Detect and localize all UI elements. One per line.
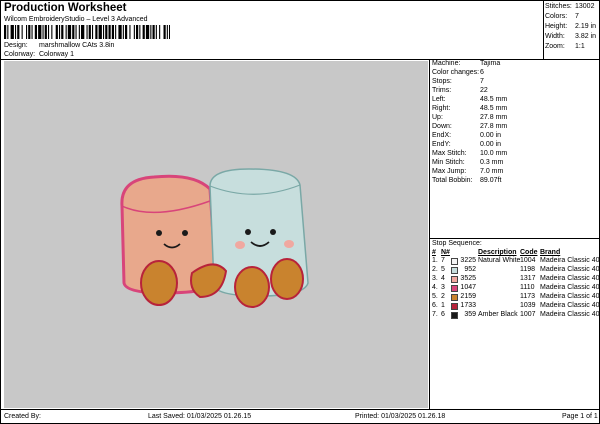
- seq-code: 1007: [520, 311, 536, 318]
- spec-row: Right: 48.5 mm: [432, 105, 508, 112]
- table-row: 6. 1 1733 1039 Madeira Classic 40: [0, 302, 600, 311]
- page-title: Production Worksheet: [4, 2, 127, 14]
- table-row: 3. 4 3525 1317 Madeira Classic 40: [0, 275, 600, 284]
- spec-row: Down: 27.8 mm: [432, 123, 508, 130]
- col-description: Description: [478, 249, 517, 256]
- seq-thread-number: 359: [464, 311, 476, 318]
- seq-num: 3.: [432, 275, 438, 282]
- table-row: 1. 7 3225 Natural White 1004 Madeira Classic …: [0, 257, 600, 266]
- color-swatch-icon: [451, 312, 458, 319]
- table-row: 4. 3 1047 1110 Madeira Classic 40: [0, 284, 600, 293]
- seq-thread-number: 1733: [460, 302, 476, 309]
- table-row: 7. 6 359 Amber Black 1007 Madeira Classic 40: [0, 311, 600, 320]
- seq-thread-number: 3225: [460, 257, 476, 264]
- seq-brand: Madeira Classic 40: [540, 266, 600, 273]
- seq-code: 1198: [520, 266, 536, 273]
- design-label: Design:: [4, 42, 28, 49]
- seq-brand: Madeira Classic 40: [540, 284, 600, 291]
- spec-row: Min Stitch: 0.3 mm: [432, 159, 504, 166]
- seq-n: 5: [441, 266, 445, 273]
- seq-num: 5.: [432, 293, 438, 300]
- panel-divider: [429, 59, 430, 409]
- table-row: 5. 2 2159 1173 Madeira Classic 40: [0, 293, 600, 302]
- barcode-icon: [4, 25, 170, 39]
- spec-row: Machine: Tajima: [432, 60, 501, 67]
- seq-code: 1317: [520, 275, 536, 282]
- stop-sequence-title: Stop Sequence:: [432, 240, 482, 247]
- spec-row: EndY: 0.00 in: [432, 141, 502, 148]
- color-swatch-icon: [451, 285, 458, 292]
- spec-row: Color changes:6: [432, 69, 484, 76]
- seq-description: Amber Black: [478, 311, 518, 318]
- seq-brand: Madeira Classic 40: [540, 257, 600, 264]
- seq-code: 1173: [520, 293, 536, 300]
- stat-stitches: Stitches: 13002: [545, 3, 595, 10]
- colorway-row: Colorway: Colorway 1: [4, 51, 74, 58]
- seq-brand: Madeira Classic 40: [540, 293, 600, 300]
- col-brand: Brand: [540, 249, 561, 256]
- seq-thread-number: 952: [464, 266, 476, 273]
- color-swatch-icon: [451, 258, 458, 265]
- seq-description: Natural White: [478, 257, 521, 264]
- seq-num: 7.: [432, 311, 438, 318]
- spec-row: Stops: 7: [432, 78, 484, 85]
- table-row: 2. 5 952 1198 Madeira Classic 40: [0, 266, 600, 275]
- seq-brand: Madeira Classic 40: [540, 311, 600, 318]
- seq-code: 1110: [520, 284, 535, 291]
- seq-n: 7: [441, 257, 445, 264]
- software-subtitle: Wilcom EmbroideryStudio – Level 3 Advanc…: [4, 16, 148, 23]
- spec-row: Max Jump: 7.0 mm: [432, 168, 504, 175]
- seq-num: 4.: [432, 284, 438, 291]
- seq-code: 1004: [520, 257, 536, 264]
- spec-row: Left: 48.5 mm: [432, 96, 508, 103]
- design-row: Design: marshmallow CAts 3.8in: [4, 42, 114, 49]
- seq-n: 2: [441, 293, 445, 300]
- spec-row: Max Stitch: 10.0 mm: [432, 150, 508, 157]
- col-n: N#: [441, 249, 450, 256]
- seq-num: 6.: [432, 302, 438, 309]
- seq-n: 3: [441, 284, 445, 291]
- col-num: #: [432, 249, 436, 256]
- spec-row: Up: 27.8 mm: [432, 114, 508, 121]
- spec-divider: [429, 238, 600, 239]
- design-value: marshmallow CAts 3.8in: [38, 42, 115, 49]
- seq-thread-number: 1047: [460, 284, 476, 291]
- marshmallow-design-image: [120, 168, 309, 308]
- stat-colors: Colors: 7: [545, 13, 579, 20]
- col-code: Code: [520, 249, 538, 256]
- spec-row: Trims: 22: [432, 87, 488, 94]
- color-swatch-icon: [451, 276, 458, 283]
- seq-thread-number: 2159: [460, 293, 476, 300]
- stat-zoom: Zoom: 1:1: [545, 43, 585, 50]
- colorway-label: Colorway:: [4, 51, 36, 58]
- color-swatch-icon: [451, 303, 458, 310]
- spec-row: EndX: 0.00 in: [432, 132, 502, 139]
- seq-brand: Madeira Classic 40: [540, 302, 600, 309]
- spec-row: Total Bobbin: 89.07ft: [432, 177, 502, 184]
- seq-num: 2.: [432, 266, 438, 273]
- stats-divider: [543, 0, 544, 59]
- seq-n: 4: [441, 275, 445, 282]
- seq-num: 1.: [432, 257, 438, 264]
- stat-width: Width: 3.82 in: [545, 33, 597, 40]
- footer-divider: [0, 409, 600, 410]
- design-preview: [4, 61, 428, 408]
- colorway-value: Colorway 1: [38, 51, 74, 58]
- seq-n: 1: [441, 302, 445, 309]
- seq-n: 6: [441, 311, 445, 318]
- footer-page: Page 1 of 1: [562, 413, 598, 420]
- header-divider: [0, 59, 600, 60]
- color-swatch-icon: [451, 294, 458, 301]
- stat-height: Height: 2.19 in: [545, 23, 597, 30]
- color-swatch-icon: [451, 267, 458, 274]
- seq-brand: Madeira Classic 40: [540, 275, 600, 282]
- seq-thread-number: 3525: [460, 275, 476, 282]
- seq-code: 1039: [520, 302, 536, 309]
- footer-printed: Printed: 01/03/2025 01.26.18: [355, 413, 446, 420]
- footer-created-by: Created By:: [4, 413, 41, 420]
- footer-last-saved: Last Saved: 01/03/2025 01.26.15: [148, 413, 252, 420]
